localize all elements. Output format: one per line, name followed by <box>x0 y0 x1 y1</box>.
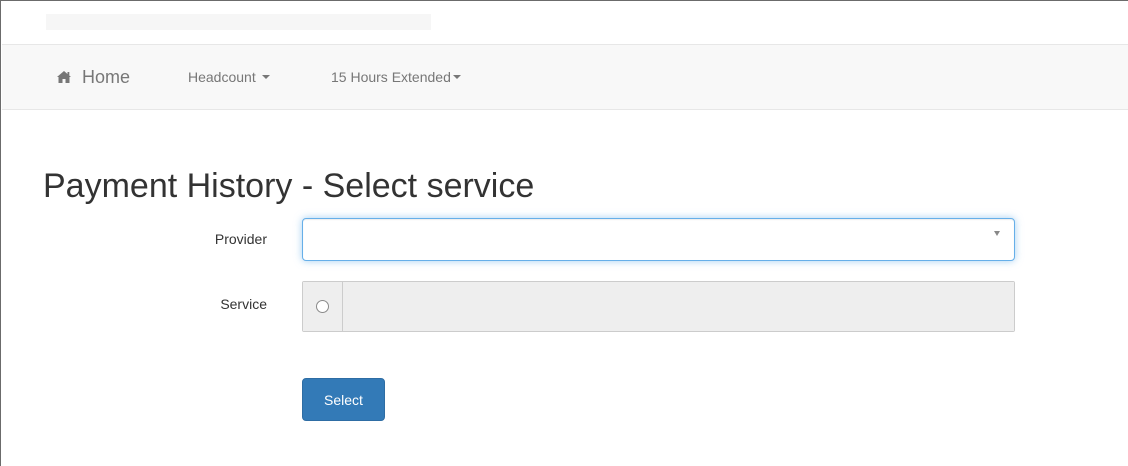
provider-select[interactable] <box>302 218 1015 261</box>
nav-item-headcount[interactable]: Headcount <box>188 69 270 85</box>
blurred-header-area <box>46 14 431 30</box>
navbar: Home Headcount 15 Hours Extended <box>2 44 1128 110</box>
app-window: Home Headcount 15 Hours Extended Payment… <box>0 0 1128 466</box>
home-icon <box>56 70 82 84</box>
home-label: Home <box>82 66 131 87</box>
dropdown-arrow-icon <box>994 231 1000 236</box>
page-title: Payment History - Select service <box>43 167 535 205</box>
caret-down-icon <box>452 75 461 79</box>
home-link[interactable]: Home <box>56 66 130 88</box>
service-input <box>343 282 1014 331</box>
nav-item-label: 15 Hours Extended <box>331 69 451 85</box>
provider-label: Provider <box>214 231 267 247</box>
service-field-group <box>302 281 1015 332</box>
service-label: Service <box>220 296 267 312</box>
service-radio-addon <box>303 282 343 331</box>
caret-down-icon <box>261 75 270 79</box>
top-strip <box>2 2 1128 44</box>
nav-item-15-hours-extended[interactable]: 15 Hours Extended <box>331 69 461 85</box>
service-radio[interactable] <box>316 300 329 313</box>
nav-item-label: Headcount <box>188 69 256 85</box>
select-button[interactable]: Select <box>302 378 385 421</box>
